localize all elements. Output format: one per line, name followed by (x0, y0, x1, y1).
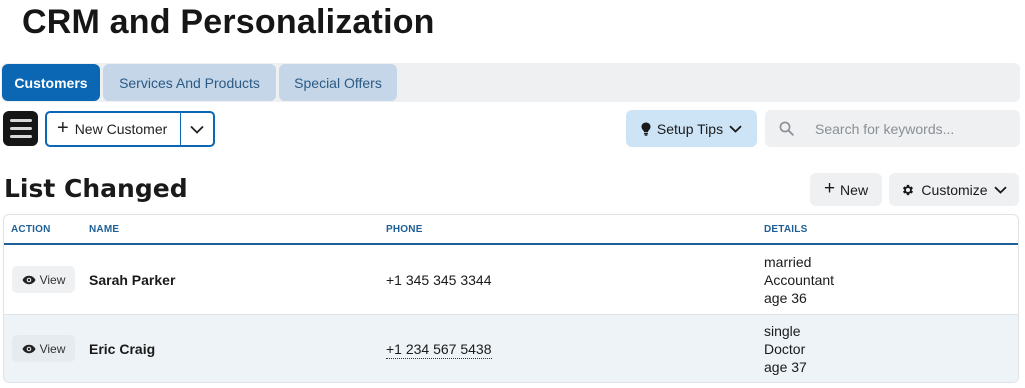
view-button[interactable]: View (12, 266, 75, 293)
customer-details: married Accountant age 36 (764, 253, 834, 307)
eye-icon (22, 275, 36, 284)
customize-button[interactable]: Customize (889, 173, 1019, 206)
customize-label: Customize (921, 181, 988, 198)
detail-occupation: Doctor (764, 341, 806, 357)
new-customer-label: New Customer (74, 121, 168, 137)
tab-special-offers[interactable]: Special Offers (279, 64, 397, 101)
new-label: New (840, 181, 869, 198)
plus-icon: + (823, 178, 836, 199)
setup-tips-button[interactable]: Setup Tips (626, 110, 757, 147)
setup-tips-label: Setup Tips (656, 120, 724, 137)
customers-table: ACTION NAME PHONE DETAILS View Sarah Par… (3, 214, 1019, 383)
customer-phone: +1 345 345 3344 (386, 272, 492, 288)
chevron-down-icon (190, 125, 204, 134)
detail-age: age 36 (764, 290, 807, 306)
column-header-name[interactable]: NAME (89, 224, 119, 235)
new-button[interactable]: + New (810, 173, 882, 206)
search-box (765, 110, 1020, 147)
customer-name: Sarah Parker (89, 272, 176, 288)
tab-services-and-products[interactable]: Services And Products (103, 64, 276, 101)
eye-icon (22, 344, 36, 353)
detail-status: single (764, 323, 801, 339)
view-label: View (39, 341, 66, 356)
list-title: List Changed (4, 174, 188, 203)
detail-status: married (764, 254, 812, 270)
tab-customers[interactable]: Customers (2, 64, 100, 101)
column-header-phone[interactable]: PHONE (386, 224, 423, 235)
customer-name: Eric Craig (89, 341, 156, 357)
new-customer-split-button: + New Customer (45, 111, 215, 147)
table-row: View Eric Craig +1 234 567 5438 single D… (4, 314, 1018, 382)
hamburger-icon (9, 119, 32, 122)
search-icon (765, 121, 807, 136)
tab-bar: Customers Services And Products Special … (1, 63, 1020, 102)
chevron-down-icon (729, 125, 742, 133)
view-label: View (39, 272, 66, 287)
page-title: CRM and Personalization (22, 3, 435, 41)
chevron-down-icon (993, 186, 1007, 194)
detail-age: age 37 (764, 359, 807, 375)
new-customer-button[interactable]: + New Customer (47, 113, 180, 145)
view-button[interactable]: View (12, 335, 75, 362)
customer-details: single Doctor age 37 (764, 322, 807, 376)
table-row: View Sarah Parker +1 345 345 3344 marrie… (4, 246, 1018, 315)
plus-icon: + (57, 117, 69, 139)
gear-icon (903, 184, 914, 195)
customer-phone[interactable]: +1 234 567 5438 (386, 341, 492, 359)
lightbulb-icon (641, 122, 651, 136)
new-customer-dropdown-button[interactable] (180, 113, 213, 145)
search-input[interactable] (807, 120, 1007, 137)
hamburger-menu-button[interactable] (3, 111, 38, 146)
column-header-action[interactable]: ACTION (11, 224, 51, 235)
detail-occupation: Accountant (764, 272, 835, 288)
table-header: ACTION NAME PHONE DETAILS (4, 215, 1018, 245)
column-header-details[interactable]: DETAILS (764, 224, 807, 235)
